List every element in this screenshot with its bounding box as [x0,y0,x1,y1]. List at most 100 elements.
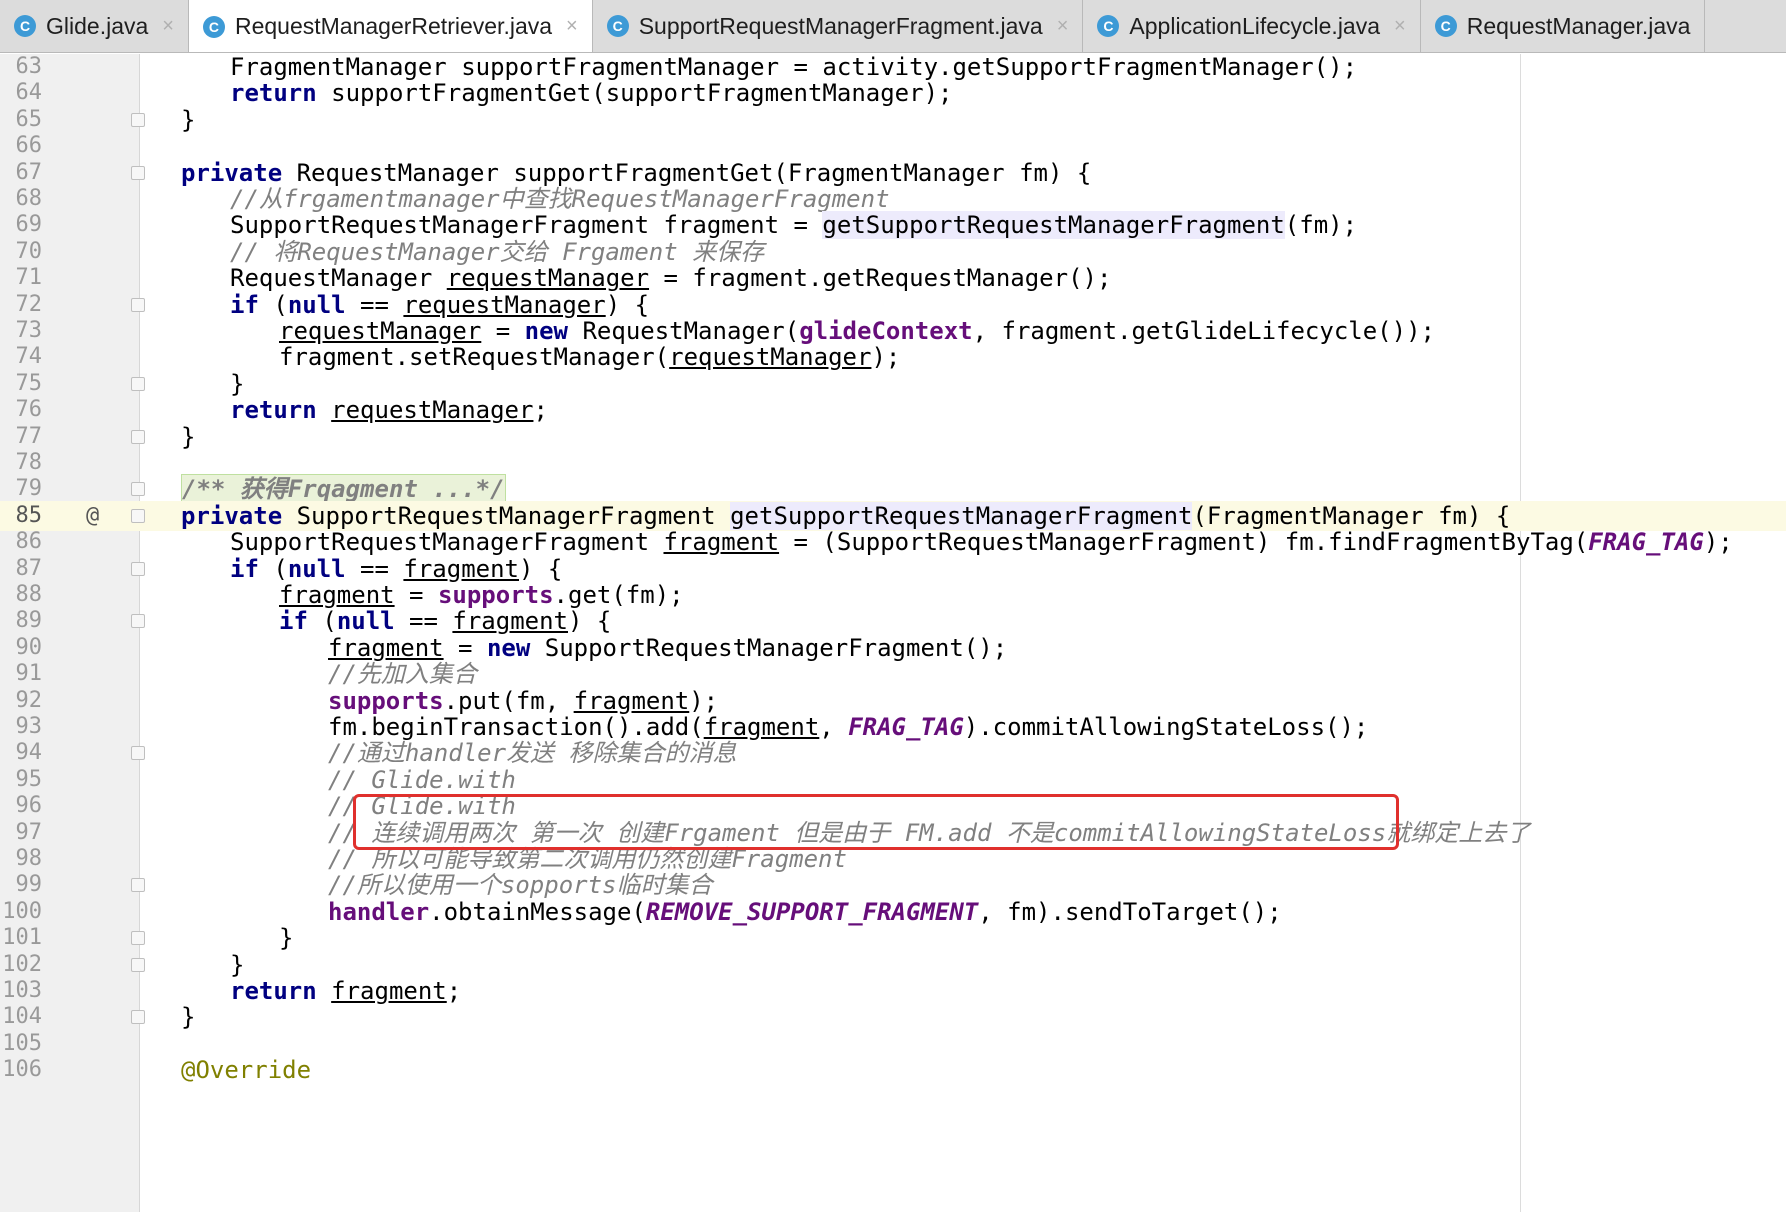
code-line[interactable]: 106 @Override [0,1055,1786,1085]
code-token: // 将RequestManager交给 Frgament 来保存 [230,237,765,266]
code-token: ; [446,977,462,1005]
code-token: fragment [663,528,780,557]
code-token: = [394,581,438,609]
code-token: == [394,607,453,636]
code-token: supports [437,581,554,609]
fold-toggle-icon[interactable] [131,614,145,629]
tab-3[interactable]: C ApplicationLifecycle.java × [1083,0,1421,52]
tab-2[interactable]: C SupportRequestManagerFragment.java × [593,0,1084,52]
fold-toggle-icon[interactable] [131,482,145,497]
code-token: (fm); [1284,211,1358,240]
code-token: fragment [703,713,820,741]
code-token: return [230,977,317,1005]
code-token: fragment.setRequestManager( [279,343,670,372]
code-token: = [481,317,525,345]
fold-toggle-icon[interactable] [131,1010,145,1025]
code-token: supportFragmentGet(supportFragmentManage… [316,79,953,108]
code-token: return [230,396,317,425]
code-editor[interactable]: 63 FragmentManager supportFragmentManager… [0,53,1786,1212]
code-token: null [287,290,346,319]
code-token: } [230,369,245,398]
fold-toggle-icon[interactable] [131,508,145,523]
code-token: getSupportRequestManagerFragment [822,211,1285,240]
code-token: ; [533,396,548,425]
code-token: SupportRequestManagerFragment(); [530,633,1008,662]
code-token: new [486,633,531,662]
code-token: glideContext [799,317,973,345]
tab-4[interactable]: C RequestManager.java [1421,0,1706,52]
code-token: .get(fm); [553,581,684,609]
code-token: //所以使用一个sopports临时集合 [328,871,713,900]
code-token: supports [328,686,444,715]
red-highlight-box [353,794,1399,850]
code-text: @Override [181,1055,311,1085]
code-token: handler [328,897,430,926]
tab-0[interactable]: C Glide.java × [0,0,189,52]
code-token: == [345,554,404,583]
fold-toggle-icon[interactable] [131,931,145,946]
fold-toggle-icon[interactable] [131,297,145,312]
editor-tab-bar: C Glide.java × C RequestManagerRetriever.jav… [0,0,1786,53]
close-tab-icon[interactable]: × [1057,15,1069,38]
code-token: SupportRequestManagerFragment [282,501,731,530]
class-icon: C [1097,15,1120,37]
class-icon: C [606,15,629,37]
code-token: } [181,1003,196,1032]
code-token: fm.beginTransaction().add( [328,713,704,741]
fold-toggle-icon[interactable] [131,165,145,180]
code-token: null [336,607,395,636]
fold-toggle-icon[interactable] [131,561,145,576]
code-token: RequestManager [230,264,447,293]
line-number: 106 [2,1057,42,1083]
code-token: ( [258,290,288,319]
code-token: ).commitAllowingStateLoss(); [963,713,1369,741]
code-token: .obtainMessage( [429,897,646,926]
code-token: .put(fm, [443,686,574,715]
code-token: = fragment.getRequestManager(); [649,264,1112,293]
code-token: ); [689,686,719,715]
code-token: null [287,554,346,583]
code-token: //先加入集合 [328,660,477,689]
code-token: ( [258,554,288,583]
tab-label: SupportRequestManagerFragment.java [638,12,1043,39]
code-token: ) { [568,607,612,636]
code-token: fragment [573,686,690,715]
code-token: = [443,633,487,662]
tab-label: RequestManager.java [1466,12,1691,39]
fold-toggle-icon[interactable] [131,429,145,444]
code-token: SupportRequestManagerFragment [230,528,664,557]
tab-label: ApplicationLifecycle.java [1129,12,1381,39]
code-token: } [181,105,196,134]
code-token: return [230,79,317,108]
close-tab-icon[interactable]: × [1394,15,1406,38]
tab-1[interactable]: C RequestManagerRetriever.java × [188,0,593,52]
code-token: fragment [452,607,568,636]
code-token: fragment [328,633,444,662]
fold-toggle-icon[interactable] [131,112,145,127]
code-token: } [279,924,294,953]
code-token: REMOVE_SUPPORT_FRAGMENT [645,897,979,926]
code-token: // Glide.with [328,765,516,794]
code-token: new [524,317,569,345]
code-token: requestManager [331,396,534,425]
code-token: //通过handler发送 移除集合的消息 [328,739,737,768]
code-token: } [230,950,245,979]
code-token: requestManager [669,343,872,372]
code-token: RequestManager( [568,317,800,345]
fold-toggle-icon[interactable] [131,376,145,391]
code-token: ); [871,343,901,372]
class-icon: C [1434,15,1457,37]
close-tab-icon[interactable]: × [162,15,174,38]
code-token: getSupportRequestManagerFragment [730,501,1193,530]
fold-toggle-icon[interactable] [131,957,145,972]
code-token: SupportRequestManagerFragment fragment = [230,211,823,240]
fold-toggle-icon[interactable] [131,746,145,761]
close-tab-icon[interactable]: × [566,15,578,38]
fold-toggle-icon[interactable] [131,878,145,893]
code-token: ) { [605,290,650,319]
code-token: == [345,290,404,319]
tab-label: RequestManagerRetriever.java [234,13,553,39]
code-token: , fragment.getGlideLifecycle()); [972,317,1435,345]
code-token: , [819,713,849,741]
code-token: @Override [181,1056,312,1085]
